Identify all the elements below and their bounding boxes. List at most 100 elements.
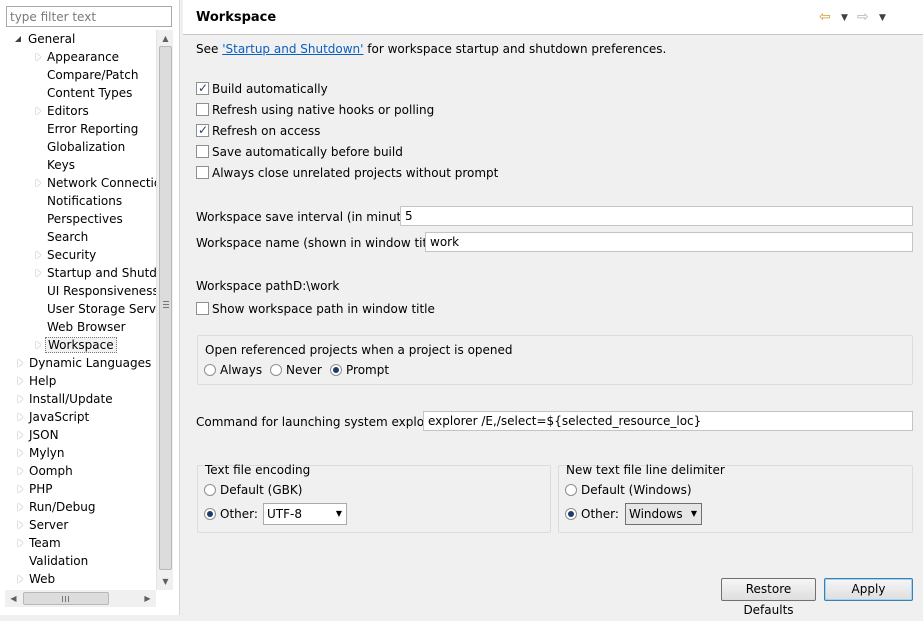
explorer-command-label: Command for launching system explorer: bbox=[196, 415, 445, 429]
chevron-down-icon[interactable]: ▼ bbox=[879, 9, 886, 27]
show-path-checkbox[interactable] bbox=[196, 302, 209, 315]
expand-arrow-icon[interactable] bbox=[17, 521, 25, 529]
save-interval-input[interactable] bbox=[400, 206, 913, 226]
tree-item-editors[interactable]: Editors bbox=[33, 102, 91, 120]
expand-arrow-icon[interactable] bbox=[17, 503, 25, 511]
grip-icon bbox=[62, 596, 69, 602]
workspace-path-label: Workspace path: bbox=[196, 279, 297, 293]
expand-arrow-icon[interactable] bbox=[17, 539, 25, 547]
tree-item-dynamic-languages[interactable]: Dynamic Languages bbox=[15, 354, 153, 372]
refresh-native-hooks-checkbox[interactable] bbox=[196, 103, 209, 116]
expand-arrow-icon[interactable] bbox=[35, 53, 43, 61]
preferences-tree: General Appearance Compare/Patch Content… bbox=[0, 30, 156, 590]
tree-item-perspectives[interactable]: Perspectives bbox=[45, 210, 125, 228]
scroll-up-icon[interactable]: ▲ bbox=[157, 30, 174, 47]
expand-arrow-icon[interactable] bbox=[35, 269, 43, 277]
close-unrelated-projects-checkbox[interactable] bbox=[196, 166, 209, 179]
chevron-down-icon: ▼ bbox=[690, 509, 697, 518]
arrow-left-icon[interactable]: ⇦ bbox=[819, 8, 831, 26]
explorer-command-input[interactable] bbox=[423, 411, 913, 431]
build-automatically-checkbox[interactable] bbox=[196, 81, 209, 95]
tree-item-notifications[interactable]: Notifications bbox=[45, 192, 124, 210]
intro-text: See 'Startup and Shutdown' for workspace… bbox=[196, 42, 667, 56]
expand-arrow-icon[interactable] bbox=[17, 359, 25, 367]
line-delimiter-title: New text file line delimiter bbox=[566, 463, 725, 477]
tree-item-oomph[interactable]: Oomph bbox=[15, 462, 75, 480]
workspace-name-label: Workspace name (shown in window title): bbox=[196, 236, 447, 250]
open-prompt-radio[interactable] bbox=[330, 364, 342, 376]
refresh-on-access-label: Refresh on access bbox=[212, 124, 321, 138]
tree-item-ui-responsiveness[interactable]: UI Responsiveness M bbox=[45, 282, 156, 300]
filter-input[interactable] bbox=[6, 6, 172, 27]
scroll-right-icon[interactable]: ▶ bbox=[139, 590, 156, 607]
expand-arrow-icon[interactable] bbox=[35, 251, 43, 259]
delimiter-default-radio[interactable] bbox=[565, 484, 577, 496]
scroll-down-icon[interactable]: ▼ bbox=[157, 573, 174, 590]
tree-item-web[interactable]: Web bbox=[15, 570, 57, 588]
expand-arrow-icon[interactable] bbox=[17, 395, 25, 403]
delimiter-select[interactable]: Windows ▼ bbox=[625, 503, 702, 525]
open-never-radio[interactable] bbox=[270, 364, 282, 376]
refresh-on-access-checkbox[interactable] bbox=[196, 123, 209, 137]
tree-item-run-debug[interactable]: Run/Debug bbox=[15, 498, 98, 516]
chevron-down-icon[interactable]: ▼ bbox=[841, 9, 848, 27]
startup-shutdown-link[interactable]: 'Startup and Shutdown' bbox=[222, 42, 363, 56]
expand-arrow-icon[interactable] bbox=[17, 449, 25, 457]
tree-item-content-types[interactable]: Content Types bbox=[45, 84, 134, 102]
close-unrelated-projects-label: Always close unrelated projects without … bbox=[212, 166, 499, 180]
workspace-name-input[interactable] bbox=[425, 232, 913, 252]
expand-arrow-icon[interactable] bbox=[35, 107, 43, 115]
open-always-radio[interactable] bbox=[204, 364, 216, 376]
expand-arrow-icon[interactable] bbox=[35, 179, 43, 187]
vertical-scroll-thumb[interactable] bbox=[159, 46, 172, 570]
encoding-select[interactable]: UTF-8 ▼ bbox=[263, 503, 347, 525]
tree-item-mylyn[interactable]: Mylyn bbox=[15, 444, 67, 462]
show-path-label: Show workspace path in window title bbox=[212, 302, 435, 316]
save-interval-label: Workspace save interval (in minutes): bbox=[196, 210, 424, 224]
apply-button[interactable]: Apply bbox=[824, 578, 913, 601]
tree-item-error-reporting[interactable]: Error Reporting bbox=[45, 120, 140, 138]
tree-item-validation[interactable]: Validation bbox=[27, 552, 90, 570]
horizontal-scroll-thumb[interactable] bbox=[23, 592, 109, 605]
tree-item-user-storage[interactable]: User Storage Service bbox=[45, 300, 156, 318]
preference-page: Workspace ⇦ ▼ ⇨ ▼ See 'Startup and Shutd… bbox=[183, 0, 923, 617]
expand-arrow-icon[interactable] bbox=[17, 431, 25, 439]
save-before-build-checkbox[interactable] bbox=[196, 145, 209, 158]
tree-item-team[interactable]: Team bbox=[15, 534, 63, 552]
tree-item-help[interactable]: Help bbox=[15, 372, 58, 390]
encoding-default-radio[interactable] bbox=[204, 484, 216, 496]
restore-defaults-button[interactable]: Restore Defaults bbox=[721, 578, 816, 617]
tree-item-startup-shutdown[interactable]: Startup and Shutdown bbox=[33, 264, 156, 282]
expand-arrow-icon[interactable] bbox=[17, 575, 25, 583]
tree-item-search[interactable]: Search bbox=[45, 228, 90, 246]
tree-item-php[interactable]: PHP bbox=[15, 480, 55, 498]
collapse-arrow-icon[interactable] bbox=[15, 35, 23, 43]
tree-item-compare-patch[interactable]: Compare/Patch bbox=[45, 66, 140, 84]
encoding-other-radio[interactable] bbox=[204, 508, 216, 520]
arrow-right-icon[interactable]: ⇨ bbox=[857, 8, 869, 26]
delimiter-other-radio[interactable] bbox=[565, 508, 577, 520]
expand-arrow-icon[interactable] bbox=[17, 485, 25, 493]
tree-item-network-connection[interactable]: Network Connection bbox=[33, 174, 156, 192]
grip-icon bbox=[163, 301, 169, 308]
expand-arrow-icon[interactable] bbox=[17, 413, 25, 421]
tree-item-appearance[interactable]: Appearance bbox=[33, 48, 121, 66]
tree-item-general[interactable]: General bbox=[15, 30, 77, 48]
tree-horizontal-scrollbar[interactable]: ◀ ▶ bbox=[5, 590, 156, 607]
expand-arrow-icon[interactable] bbox=[17, 377, 25, 385]
tree-item-workspace[interactable]: Workspace bbox=[33, 336, 117, 354]
refresh-native-hooks-label: Refresh using native hooks or polling bbox=[212, 103, 435, 117]
tree-item-security[interactable]: Security bbox=[33, 246, 98, 264]
tree-item-keys[interactable]: Keys bbox=[45, 156, 77, 174]
expand-arrow-icon[interactable] bbox=[17, 467, 25, 475]
tree-item-server[interactable]: Server bbox=[15, 516, 70, 534]
scroll-left-icon[interactable]: ◀ bbox=[5, 590, 22, 607]
tree-item-web-browser[interactable]: Web Browser bbox=[45, 318, 128, 336]
expand-arrow-icon[interactable] bbox=[35, 341, 43, 349]
tree-item-json[interactable]: JSON bbox=[15, 426, 61, 444]
tree-item-install-update[interactable]: Install/Update bbox=[15, 390, 115, 408]
preferences-tree-pane: General Appearance Compare/Patch Content… bbox=[0, 0, 180, 615]
tree-item-javascript[interactable]: JavaScript bbox=[15, 408, 91, 426]
tree-item-globalization[interactable]: Globalization bbox=[45, 138, 127, 156]
tree-vertical-scrollbar[interactable]: ▲ ▼ bbox=[156, 30, 173, 590]
